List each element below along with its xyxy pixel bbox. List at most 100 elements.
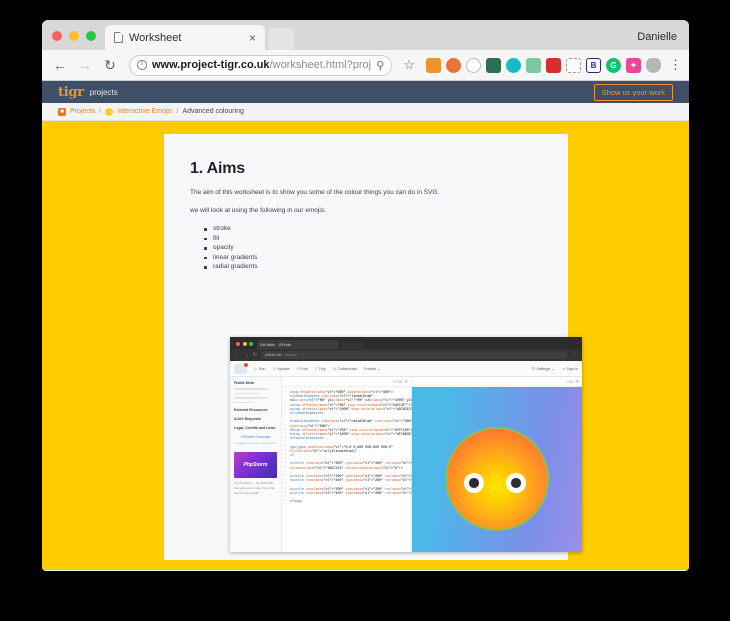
screenshot-minimize-button xyxy=(242,342,247,346)
code-line: <radialGradient id=class="vl">"radialGra… xyxy=(290,419,530,424)
tidy-button: ≡ Tidy xyxy=(314,366,326,371)
phpstorm-ad-note: Try PhpStorm - the PHP IDE that gets you… xyxy=(234,481,276,495)
page-title: 1. Aims xyxy=(190,160,245,177)
screenshot-reload-icon: ↻ xyxy=(253,352,258,358)
back-button[interactable]: ← xyxy=(49,54,71,76)
left-pupil xyxy=(469,478,479,488)
code-line: </svg> xyxy=(290,499,302,504)
embedded-screenshot: Edit fiddle - JSFiddle ← → ↻ jsfiddle.ne… xyxy=(230,337,582,552)
worksheet-subintro: we will look at using the following in o… xyxy=(190,207,326,214)
minimize-window-button[interactable] xyxy=(69,31,79,41)
close-window-button[interactable] xyxy=(52,31,62,41)
reload-button[interactable]: ↻ xyxy=(99,54,121,76)
jsfiddle-body: Fiddle Meta External Resources AJAX Requ… xyxy=(230,377,582,552)
settings-button: ⚙ Settings ⌄ xyxy=(531,366,555,371)
update-button: ↗ Update xyxy=(272,366,290,371)
browser-toolbar: ← → ↻ www.project-tigr.co.uk/worksheet.h… xyxy=(42,50,689,81)
evernote-extension-icon[interactable] xyxy=(486,57,501,73)
lastpass-extension-icon[interactable] xyxy=(546,57,561,73)
shield-extension-icon[interactable] xyxy=(646,57,661,73)
smiley-face-emoji xyxy=(445,427,549,532)
tab-title: Worksheet xyxy=(129,31,182,44)
screenshot-tab: Edit fiddle - JSFiddle xyxy=(257,340,339,349)
css-pane-label: CSS xyxy=(566,379,574,384)
code-line: <circle cx=class="vl">"400" cy=class="vl… xyxy=(290,490,476,495)
pause-extension-icon[interactable] xyxy=(426,57,441,73)
notes-extension-icon[interactable] xyxy=(526,57,541,73)
roadmap-link: JSFiddle Roadmap xyxy=(240,435,271,440)
url-host: www.project-tigr.co.uk xyxy=(152,59,270,71)
left-eye xyxy=(464,473,484,494)
forward-button[interactable]: → xyxy=(74,54,96,76)
browser-menu-icon[interactable]: ⋮ xyxy=(664,58,682,71)
bitwarden-extension-icon[interactable]: B xyxy=(586,57,601,73)
screenshot-new-tab xyxy=(341,341,363,349)
emoji-preview xyxy=(412,387,582,552)
grammarly-extension-icon[interactable]: G xyxy=(606,57,621,73)
site-info-icon[interactable] xyxy=(137,59,147,70)
sparkle-extension-icon[interactable]: ✦ xyxy=(626,57,641,73)
screenshot-address-bar: jsfiddle.net /sjmsoft/ xyxy=(261,351,568,359)
page-content: tigr projects Show us your work ■ Projec… xyxy=(42,81,689,570)
teal-circle-extension-icon[interactable] xyxy=(506,57,521,73)
orange-face-extension-icon[interactable] xyxy=(446,57,461,73)
extensions-row: B G ✦ xyxy=(421,57,661,73)
screenshot-tab-strip: Edit fiddle - JSFiddle xyxy=(230,337,582,349)
breadcrumb-current: Advanced colouring xyxy=(182,108,244,115)
new-tab-button[interactable] xyxy=(268,28,294,50)
html-pane-header: HTML ⚙ xyxy=(282,377,411,387)
site-logo-subtitle: projects xyxy=(89,87,118,97)
maximize-window-button[interactable] xyxy=(86,31,96,41)
breadcrumb-projects[interactable]: Projects xyxy=(70,108,95,115)
address-bar[interactable]: www.project-tigr.co.uk/worksheet.html?pr… xyxy=(129,54,393,76)
site-logo[interactable]: tigr xyxy=(58,85,84,100)
screenshot-url-host: jsfiddle.net xyxy=(265,353,282,357)
jsfiddle-sidebar: Fiddle Meta External Resources AJAX Requ… xyxy=(230,377,282,552)
code-editor: 1 2 3 4 5 6 7 8 9 10 11 12 13 14 15 16 17 18 19 20 21 22 23 24 2… xyxy=(282,387,530,504)
url-path: /worksheet.html?project=-K… xyxy=(269,59,372,71)
right-pupil xyxy=(511,478,521,488)
meta-placeholder-line xyxy=(234,388,269,390)
browser-tab[interactable]: Worksheet × xyxy=(105,25,265,50)
sign-in-button: ⇥ Sign in xyxy=(561,366,578,371)
list-item: linear gradients xyxy=(204,254,542,261)
jsfiddle-toolbar-right: ⚙ Settings ⌄ ⇥ Sign in xyxy=(531,366,578,371)
breadcrumb-separator: / xyxy=(99,108,102,115)
url-text: www.project-tigr.co.uk/worksheet.html?pr… xyxy=(152,59,371,71)
screenshot-close-button xyxy=(236,342,240,346)
document-icon xyxy=(114,32,123,43)
profile-name[interactable]: Danielle xyxy=(637,31,689,50)
gear-icon: ⚙ xyxy=(404,379,408,384)
line-number-gutter: 1 2 3 4 5 6 7 8 9 10 11 12 13 14 15 16 17 18 19 20 21 22 23 24 2… xyxy=(282,390,288,503)
html-pane-label: HTML xyxy=(393,379,403,384)
gear-icon: ⚙ xyxy=(575,379,579,384)
close-tab-button[interactable]: × xyxy=(246,32,259,44)
fork-button: ∂ Fork xyxy=(296,366,308,371)
bookmark-star-icon[interactable]: ☆ xyxy=(400,57,418,73)
screenshot-tab-title: Edit fiddle - JSFiddle xyxy=(260,342,292,347)
html-code-pane: HTML ⚙ 1 2 3 4 5 6 7 8 9 10 11 12 13 14 15 16 17 18 19 20 21… xyxy=(282,377,530,552)
screenshot-window-controls xyxy=(234,342,257,349)
result-pane: CSS ⚙ xyxy=(412,377,582,552)
screenshot-maximize-button xyxy=(249,342,253,346)
code-line: <circle cx=class="vl">"400" cy=class="vl… xyxy=(290,478,476,483)
breadcrumb: ■ Projects / Interactive Emojis / Advanc… xyxy=(42,103,689,121)
list-item: opacity xyxy=(204,244,542,251)
screenshot-forward-icon: → xyxy=(244,352,249,358)
browser-window: Worksheet × Danielle ← → ↻ www.project-t… xyxy=(42,20,689,571)
circle-outline-extension-icon[interactable] xyxy=(466,57,481,73)
css-pane-header: CSS ⚙ xyxy=(412,377,582,387)
external-resources-heading: External Resources xyxy=(234,408,268,413)
embed-button: Embed ⌄ xyxy=(364,367,381,371)
show-us-your-work-button[interactable]: Show us your work xyxy=(593,83,673,101)
code-line: stroke=class="vl">"#8CC152" stroke-width… xyxy=(290,465,403,470)
right-eye xyxy=(506,473,526,494)
breadcrumb-interactive-emojis[interactable]: Interactive Emojis xyxy=(117,108,172,115)
emoji-icon xyxy=(105,107,114,116)
ajax-requests-heading: AJAX Requests xyxy=(234,417,261,422)
screenshot-back-icon: ← xyxy=(235,352,240,358)
meta-placeholder-line xyxy=(234,397,269,399)
zoom-icon[interactable]: ⚲ xyxy=(376,59,384,72)
aims-list: stroke fill opacity linear gradients rad… xyxy=(204,225,542,270)
screenshot-extension-icon[interactable] xyxy=(566,57,581,73)
